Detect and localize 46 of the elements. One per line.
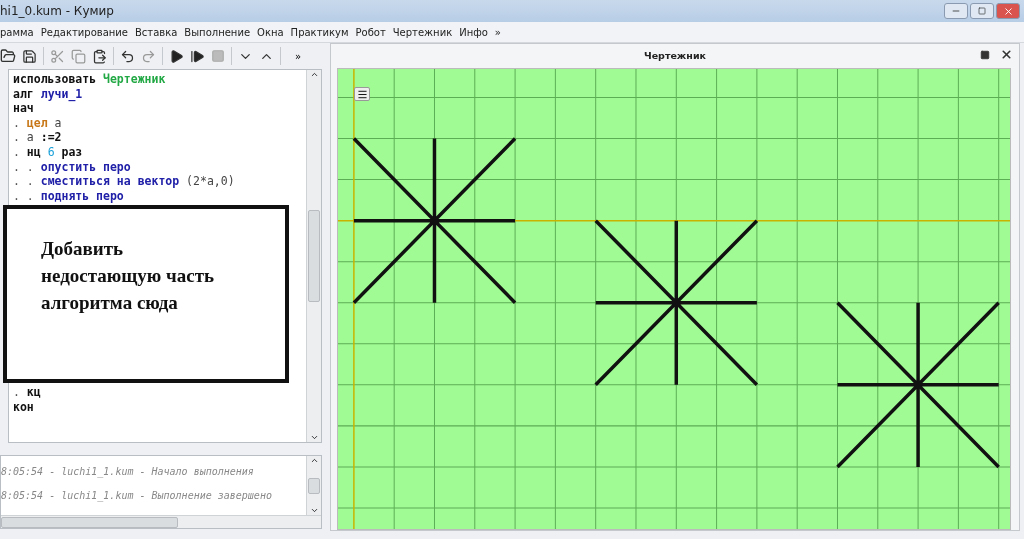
- scroll-thumb[interactable]: [308, 210, 320, 302]
- code-line: . цел а: [13, 115, 63, 131]
- scroll-up-icon[interactable]: [309, 456, 319, 465]
- menu-item[interactable]: Инфо: [459, 26, 495, 38]
- code-line: алг лучи_1: [13, 86, 84, 102]
- close-icon[interactable]: [1000, 48, 1013, 61]
- log-message: 8:05:54 - luchi1_1.kum - Начало выполнения: [1, 465, 255, 480]
- menu-item[interactable]: Выполнение: [184, 26, 258, 38]
- panel-title: Чертежник: [644, 49, 706, 61]
- menu-item[interactable]: рамма: [0, 26, 41, 38]
- scroll-thumb[interactable]: [1, 516, 178, 528]
- close-icon: [1002, 5, 1014, 17]
- note-text: Добавить недостающую часть алгоритма сюда: [41, 237, 216, 316]
- save-icon[interactable]: [22, 48, 37, 64]
- menu-item[interactable]: Робот: [355, 26, 393, 38]
- log-message: 8:05:54 - luchi1_1.kum - Выполнение завершено: [1, 489, 273, 504]
- undo-icon[interactable]: [120, 48, 135, 64]
- code-line: использовать Чертежник: [13, 72, 167, 87]
- more-button[interactable]: »: [295, 50, 302, 62]
- maximize-icon: [978, 7, 986, 15]
- menu-item[interactable]: »: [494, 26, 508, 38]
- code-line: нач: [13, 101, 35, 116]
- paste-icon[interactable]: [92, 48, 107, 64]
- menu-item[interactable]: Практикум: [290, 26, 356, 38]
- menu-item[interactable]: Редактирование: [40, 26, 135, 38]
- menu-button[interactable]: [354, 87, 370, 101]
- code-line: . . опустить перо: [13, 159, 132, 175]
- folder-icon[interactable]: [0, 48, 16, 64]
- code-line: . а :=2: [13, 130, 63, 145]
- code-line: . нц 6 раз: [13, 144, 84, 160]
- code-line: . . сместиться на вектор (2*а,0): [13, 174, 236, 189]
- scroll-thumb[interactable]: [308, 477, 320, 494]
- undock-icon[interactable]: [980, 49, 990, 60]
- menu-item[interactable]: Чертежник: [392, 26, 460, 38]
- scroll-up-icon[interactable]: [309, 70, 319, 79]
- scroll-down-icon[interactable]: [309, 433, 319, 442]
- menu-item[interactable]: Вставка: [134, 26, 185, 38]
- scroll-down-icon[interactable]: [309, 506, 319, 515]
- window-title: hi1_0.kum - Кумир: [0, 4, 114, 18]
- code-line: кон: [13, 399, 35, 415]
- close-button[interactable]: [996, 3, 1020, 19]
- code-line: . кц: [13, 385, 42, 400]
- menu-item[interactable]: Окна: [257, 26, 291, 38]
- code-line: . . поднять перо: [13, 188, 125, 204]
- step-forward-icon[interactable]: [190, 48, 205, 64]
- play-icon[interactable]: [169, 48, 184, 64]
